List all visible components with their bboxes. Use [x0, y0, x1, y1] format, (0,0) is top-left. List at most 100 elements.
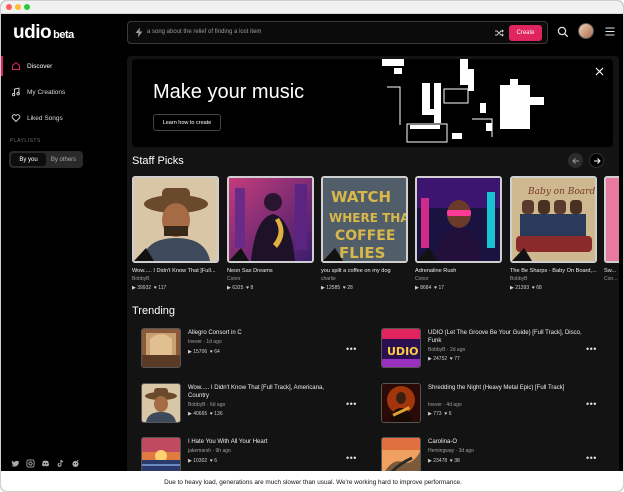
card-artist[interactable]: BobbyB	[510, 276, 597, 282]
more-options-icon[interactable]: •••	[586, 399, 597, 409]
sidebar-item-label: Discover	[27, 62, 53, 70]
track-title[interactable]: Wow..... I Didn't Know That [Full Track]…	[188, 384, 343, 400]
toggle-by-others[interactable]: By others	[46, 153, 81, 166]
track-artist[interactable]: Hemingway	[428, 448, 454, 454]
play-count: 24752	[433, 356, 448, 362]
close-icon[interactable]	[595, 67, 604, 76]
track-artist[interactable]: Inever	[188, 339, 202, 345]
card-artist[interactable]: charlie	[321, 276, 408, 282]
sidebar-item-liked-songs[interactable]: Liked Songs	[1, 108, 119, 128]
track-title[interactable]: Carolina-O	[428, 438, 583, 446]
track-title[interactable]: UDIO (Let The Groove Be Your Guide) [Ful…	[428, 329, 583, 345]
like-count: 117	[158, 285, 167, 291]
hamburger-menu-icon[interactable]	[605, 27, 615, 36]
more-options-icon[interactable]: •••	[586, 453, 597, 463]
cover-art: Baby on Board	[510, 176, 597, 263]
track-thumbnail[interactable]	[381, 437, 421, 471]
user-avatar[interactable]	[578, 23, 594, 39]
trending-track[interactable]: UDIO UDIO (Let The Groove Be Your Guide)…	[368, 328, 600, 370]
discover-main: Make your music Learn how to create Staf…	[127, 56, 619, 471]
staff-pick-card[interactable]: Baby on Board The Be Sharps - Baby On Bo…	[510, 176, 597, 291]
track-artist[interactable]: Inever	[428, 402, 442, 408]
sidebar-item-my-creations[interactable]: My Creations	[1, 82, 119, 102]
close-window-button[interactable]	[6, 4, 12, 10]
carousel-next-button[interactable]	[589, 153, 604, 168]
twitter-icon[interactable]	[11, 455, 20, 467]
shuffle-icon[interactable]	[494, 28, 504, 38]
trending-track[interactable]: Wow..... I Didn't Know That [Full Track]…	[128, 383, 360, 425]
svg-text:WHERE THAT: WHERE THAT	[329, 211, 406, 225]
track-age: 4d ago	[446, 402, 462, 408]
track-thumbnail[interactable]: UDIO	[381, 328, 421, 368]
reddit-icon[interactable]	[71, 455, 80, 468]
toggle-by-you[interactable]: By you	[11, 153, 46, 166]
create-button[interactable]: Create	[509, 25, 542, 41]
svg-text:Baby on Board: Baby on Board	[527, 187, 595, 197]
card-title[interactable]: Adrenaline Rush	[415, 268, 502, 274]
play-count: 6325	[232, 285, 244, 291]
card-title[interactable]: Neon Sax Dreams	[227, 268, 314, 274]
more-options-icon[interactable]: •••	[346, 344, 357, 354]
carousel-prev-button[interactable]	[568, 153, 583, 168]
track-title[interactable]: I Hate You With All Your Heart	[188, 438, 343, 446]
staff-pick-card[interactable]: Neon Sax Dreams Conor ▶ 6325 ♥ 8	[227, 176, 314, 291]
discord-icon[interactable]	[41, 455, 50, 467]
search-icon[interactable]	[557, 26, 569, 38]
card-artist[interactable]: Conor	[415, 276, 502, 282]
music-note-icon	[11, 87, 20, 97]
like-count: 8	[250, 285, 254, 291]
trending-track[interactable]: Carolina-O Hemingway · 3d ago ▶ 23478 ♥ …	[368, 437, 600, 471]
sidebar-item-label: Liked Songs	[27, 114, 63, 122]
card-title[interactable]: Wow..... I Didn't Know That [Full...	[132, 268, 219, 274]
track-thumbnail[interactable]	[141, 383, 181, 423]
trending-heading: Trending	[132, 305, 176, 317]
staff-pick-card[interactable]: WATCH WHERE THAT COFFEEFLIES you spilt a c…	[321, 176, 408, 291]
arrow-right-icon	[593, 157, 601, 164]
track-age: 1d ago	[206, 339, 222, 345]
play-count: 773	[433, 411, 442, 417]
track-thumbnail[interactable]	[141, 437, 181, 471]
make-music-banner: Make your music Learn how to create	[132, 59, 613, 147]
staff-pick-card[interactable]: Adrenaline Rush Conor ▶ 8684 ♥ 17	[415, 176, 502, 291]
like-count: 64	[214, 349, 220, 355]
staff-picks-heading: Staff Picks	[132, 155, 184, 167]
card-title[interactable]: you spilt a coffee on my dog	[321, 268, 408, 274]
card-artist[interactable]: Conor	[227, 276, 314, 282]
minimize-window-button[interactable]	[15, 4, 21, 10]
play-count: 21393	[515, 285, 530, 291]
card-artist[interactable]: BobbyB	[132, 276, 219, 282]
play-count: 8684	[420, 285, 432, 291]
card-stats: ▶ 8684 ♥ 17	[415, 285, 445, 291]
svg-text:WATCH: WATCH	[331, 188, 391, 206]
track-artist[interactable]: BobbyB	[188, 402, 206, 408]
card-title[interactable]: The Be Sharps - Baby On Board,...	[510, 268, 597, 274]
more-options-icon[interactable]: •••	[346, 453, 357, 463]
track-artist[interactable]: jakemarsh	[188, 448, 211, 454]
staff-pick-card[interactable]: Wow..... I Didn't Know That [Full... Bob…	[132, 176, 219, 291]
browser-window: udio beta Discover My Creations Liked Son…	[0, 0, 624, 492]
play-count: 39932	[137, 285, 152, 291]
track-thumbnail[interactable]	[381, 383, 421, 423]
maximize-window-button[interactable]	[24, 4, 30, 10]
card-title[interactable]: Sw...	[604, 268, 619, 274]
sidebar-item-discover[interactable]: Discover	[1, 56, 119, 76]
more-options-icon[interactable]: •••	[586, 344, 597, 354]
tiktok-icon[interactable]	[56, 455, 65, 467]
card-artist[interactable]: Con...	[604, 276, 619, 282]
track-artist[interactable]: BobbyB	[428, 347, 446, 353]
trending-track[interactable]: Shredding the Night (Heavy Metal Epic) […	[368, 383, 600, 425]
staff-pick-card-partial[interactable]: Sw... Con...	[604, 176, 619, 282]
instagram-icon[interactable]	[26, 455, 35, 468]
udio-logo[interactable]: udio beta	[13, 22, 74, 44]
track-stats: ▶ 773 ♥ 6	[428, 411, 452, 417]
prompt-input[interactable]: a song about the relief of finding a los…	[147, 29, 261, 35]
track-thumbnail[interactable]	[141, 328, 181, 368]
more-options-icon[interactable]: •••	[346, 399, 357, 409]
card-stats: ▶ 21393 ♥ 68	[510, 285, 542, 291]
trending-track[interactable]: I Hate You With All Your Heart jakemarsh…	[128, 437, 360, 471]
track-title[interactable]: Shredding the Night (Heavy Metal Epic) […	[428, 384, 583, 392]
load-notice-banner: Due to heavy load, generations are much …	[1, 471, 623, 491]
trending-track[interactable]: Allegro Consort in C Inever · 1d ago ▶ 1…	[128, 328, 360, 370]
sidebar-item-label: My Creations	[27, 88, 66, 96]
track-title[interactable]: Allegro Consort in C	[188, 329, 343, 337]
